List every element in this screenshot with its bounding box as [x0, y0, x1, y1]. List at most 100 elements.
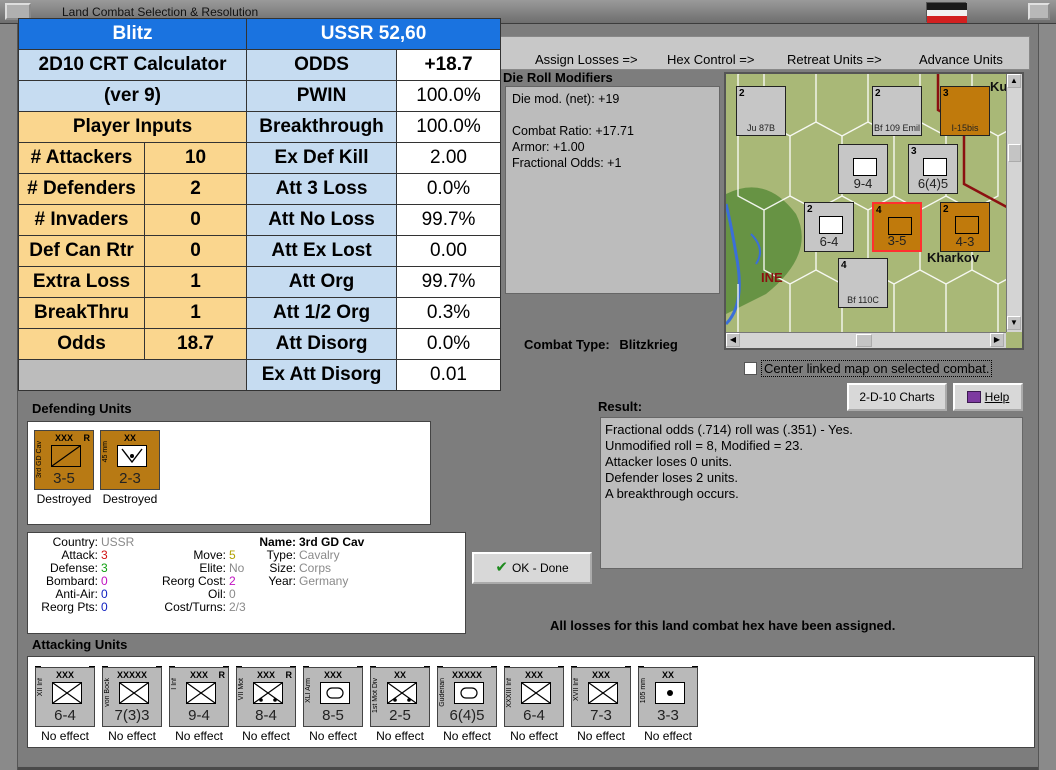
step-assign-losses[interactable]: Assign Losses => [535, 52, 638, 67]
map-horizontal-scrollbar[interactable]: ◀ ▶ [726, 332, 1006, 348]
detail-cost-turns: Cost/Turns: 2/3 [128, 600, 246, 614]
antitank-symbol-icon [117, 445, 147, 467]
linked-map[interactable]: Ku Kharkov INE 2 Ju 87B 2 Bf 109 Emil 3 … [724, 72, 1024, 350]
step-retreat-units[interactable]: Retreat Units => [787, 52, 882, 67]
map-counter-selected[interactable]: 4 3-5 [872, 202, 922, 252]
crt-input-value[interactable]: 0 [143, 204, 248, 236]
detail-value: 0 [101, 574, 108, 588]
map-counter[interactable]: 4 Bf 110C [838, 258, 888, 308]
result-line: A breakthrough occurs. [605, 486, 739, 501]
unit-type-symbol-icon [253, 682, 283, 704]
step-hex-control[interactable]: Hex Control => [667, 52, 754, 67]
center-map-checkbox[interactable]: Center linked map on selected combat. [742, 358, 1025, 378]
defending-unit[interactable]: XX 45 mm 2-3 Destroyed [98, 430, 162, 506]
scroll-thumb[interactable] [856, 334, 872, 347]
scroll-thumb[interactable] [1008, 144, 1021, 162]
infantry-symbol-icon [853, 158, 877, 176]
charts-button[interactable]: 2-D-10 Charts [847, 383, 947, 411]
crt-input-label: BreakThru [18, 297, 145, 329]
unit-type-symbol-icon [521, 682, 551, 704]
counter-note: 3 [911, 146, 917, 157]
detail-value: 2 [229, 574, 236, 588]
map-counter[interactable]: 2 Ju 87B [736, 86, 786, 136]
counter-note: 3 [943, 88, 949, 99]
map-counter[interactable]: 2 4-3 [940, 202, 990, 252]
attacking-unit[interactable]: XXX XII Inf 6-4 No effect [32, 666, 98, 743]
counter-value: 6-4 [819, 234, 839, 249]
attacking-unit[interactable]: XXX R I Inf 9-4 No effect [166, 666, 232, 743]
antitank-wedge-icon [121, 448, 143, 464]
unit-strength: 9-4 [188, 707, 210, 724]
checkbox-box[interactable] [744, 362, 757, 375]
unit-type-symbol-icon [387, 682, 417, 704]
scroll-left-arrow-icon[interactable]: ◀ [726, 333, 740, 347]
unit-type-symbol-icon [186, 682, 216, 704]
unit-designation: XII Inf [37, 678, 44, 697]
unit-counter: XXX XLI Arm 8-5 [303, 667, 363, 727]
scroll-right-arrow-icon[interactable]: ▶ [990, 333, 1004, 347]
detail-reorg: Reorg Pts: 0 [32, 601, 107, 614]
unit-size: XXX [524, 670, 543, 680]
unit-result: No effect [510, 729, 558, 743]
crt-input-value[interactable]: 10 [143, 142, 248, 174]
attacking-unit[interactable]: XXXXX Guderian 6(4)5 No effect [434, 666, 500, 743]
attacking-unit[interactable]: XX 1st Mot Div 2-5 No effect [367, 666, 433, 743]
attacking-unit[interactable]: XXX XLI Arm 8-5 No effect [300, 666, 366, 743]
defending-unit[interactable]: XXX R 3rd GD Cav 3-5 Destroyed [32, 430, 96, 506]
step-advance-units[interactable]: Advance Units [919, 52, 1003, 67]
help-label: Help [984, 390, 1010, 404]
counter-value: Ju 87B [746, 123, 776, 133]
attacking-unit[interactable]: XX 105 mm 3-3 No effect [635, 666, 701, 743]
crt-calculator-table: Blitz USSR 52,60 2D10 CRT Calculator ODD… [17, 18, 502, 391]
counter-value: 6(4)5 [917, 176, 949, 191]
attacking-unit[interactable]: XXX XXXIII Inf 6-4 No effect [501, 666, 567, 743]
armor-symbol-icon [923, 158, 947, 176]
unit-result: Destroyed [36, 492, 92, 506]
map-counter[interactable]: 2 6-4 [804, 202, 854, 252]
crt-input-value[interactable]: 1 [143, 297, 248, 329]
map-label-ine: INE [761, 270, 783, 285]
unit-strength: 3-3 [657, 707, 679, 724]
inf-symbol-icon [588, 682, 618, 704]
detail-year: Year: Germany [242, 575, 348, 588]
close-button[interactable] [1028, 3, 1050, 20]
checkmark-icon: ✔ [495, 559, 508, 576]
inf-symbol-icon [119, 682, 149, 704]
map-counter[interactable]: 9-4 [838, 144, 888, 194]
crt-input-value[interactable]: 18.7 [143, 328, 248, 360]
counter-note: 2 [943, 204, 949, 215]
unit-result: No effect [41, 729, 89, 743]
map-counter[interactable]: 3 6(4)5 [908, 144, 958, 194]
center-map-label[interactable]: Center linked map on selected combat. [761, 360, 993, 377]
help-button[interactable]: Help [953, 383, 1023, 411]
attacking-unit[interactable]: XXX R VII Mot 8-4 No effect [233, 666, 299, 743]
counter-note: 4 [876, 205, 882, 216]
mot-symbol-icon [387, 682, 417, 704]
ok-done-button[interactable]: ✔ OK - Done [472, 552, 592, 584]
scroll-down-arrow-icon[interactable]: ▼ [1007, 316, 1021, 330]
scroll-up-arrow-icon[interactable]: ▲ [1007, 74, 1021, 88]
crt-input-value[interactable]: 0 [143, 235, 248, 267]
result-title: Result: [598, 399, 643, 414]
inf-symbol-icon [521, 682, 551, 704]
mot-symbol-icon [253, 682, 283, 704]
unit-strength: 2-3 [119, 470, 141, 487]
map-counter[interactable]: 2 Bf 109 Emil [872, 86, 922, 136]
unit-designation: von Bock [104, 678, 111, 707]
detail-value: 2/3 [229, 600, 246, 614]
unit-size: XXXXX [451, 670, 482, 680]
unit-strength: 6(4)5 [449, 707, 485, 724]
crt-input-value[interactable]: 2 [143, 173, 248, 205]
nation-flag-icon [926, 2, 967, 23]
unit-size: XXXXX [116, 670, 147, 680]
unit-strength: 7(3)3 [114, 707, 150, 724]
crt-output-label: Att No Loss [246, 204, 398, 236]
map-vertical-scrollbar[interactable]: ▲ ▼ [1006, 74, 1022, 332]
unit-reserve-flag: R [83, 433, 91, 443]
attacking-unit[interactable]: XXX XVII Inf 7-3 No effect [568, 666, 634, 743]
right-frame-rail [1038, 24, 1056, 770]
crt-input-value[interactable]: 1 [143, 266, 248, 298]
map-counter[interactable]: 3 I-15bis [940, 86, 990, 136]
attacking-unit[interactable]: XXXXX von Bock 7(3)3 No effect [99, 666, 165, 743]
art-symbol-icon [655, 682, 685, 704]
